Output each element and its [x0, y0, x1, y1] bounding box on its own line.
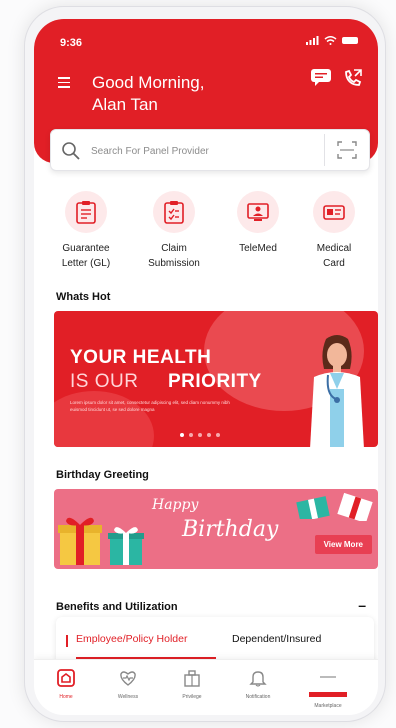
quick-action-label: Letter (GL): [61, 258, 111, 269]
greeting-text: Good Morning, Alan Tan: [92, 72, 272, 116]
benefits-title: Benefits and Utilization: [56, 601, 178, 613]
telemed-icon: [247, 203, 269, 221]
banner-headline: YOUR HEALTH: [70, 347, 212, 368]
nav-label: Notification: [245, 694, 271, 700]
tab-employee-policy-holder[interactable]: Employee/Policy Holder: [76, 633, 187, 645]
quick-action-claim-submission[interactable]: Claim Submission: [134, 191, 214, 271]
quick-action-label: Submission: [148, 258, 200, 269]
nav-label: Privilege: [182, 694, 202, 700]
nav-label: Wellness: [117, 694, 139, 700]
collapse-icon[interactable]: –: [358, 597, 366, 613]
nav-marketplace[interactable]: Marketplace: [298, 668, 358, 709]
whats-hot-title: Whats Hot: [56, 291, 111, 303]
nav-notification[interactable]: Notification: [228, 668, 288, 700]
battery-icon: [342, 37, 358, 44]
gift-box-icon: [337, 492, 373, 521]
app-screen: 9:36 Good Morning, Alan Tan Search For P…: [34, 19, 378, 715]
quick-action-label: Guarantee: [62, 243, 110, 254]
gift-box-icon: [108, 527, 144, 565]
banner-body-text: Lorem ipsum dolor sit amet, consectetur …: [70, 400, 230, 412]
phone-frame: 9:36 Good Morning, Alan Tan Search For P…: [24, 6, 386, 722]
search-icon: [62, 142, 80, 160]
clipboard-icon: [76, 201, 96, 224]
wifi-icon: [324, 36, 337, 45]
quick-action-label: TeleMed: [239, 243, 277, 254]
marketplace-icon: [320, 676, 336, 678]
doctor-illustration: [310, 335, 364, 447]
tab-dependent-insured[interactable]: Dependent/Insured: [232, 633, 321, 645]
marketplace-tag: [309, 692, 347, 697]
banner-headline: IS OUR: [70, 371, 139, 392]
health-priority-banner[interactable]: YOUR HEALTH IS OUR PRIORITY Lorem ipsum …: [54, 311, 378, 447]
search-input[interactable]: [91, 140, 311, 162]
search-bar: [50, 129, 370, 171]
signal-icon: [306, 36, 319, 45]
chat-icon[interactable]: [310, 67, 332, 87]
quick-action-label: Card: [323, 258, 345, 269]
home-icon: [57, 669, 75, 687]
quick-action-medical-card[interactable]: Medical Card: [294, 191, 374, 271]
search-divider: [324, 134, 325, 166]
quick-action-telemed[interactable]: TeleMed: [218, 191, 298, 256]
phone-call-icon[interactable]: [342, 67, 364, 89]
birthday-banner[interactable]: Happy Birthday View More: [54, 489, 378, 569]
birthday-happy-text: Happy: [152, 497, 199, 513]
nav-privilege[interactable]: Privilege: [162, 668, 222, 700]
active-tab-marker: [66, 635, 68, 647]
bottom-navigation: Home Wellness Privilege Notification Mar…: [34, 659, 378, 715]
scan-icon[interactable]: [337, 141, 357, 159]
device-stage: 9:36 Good Morning, Alan Tan Search For P…: [0, 0, 396, 728]
nav-wellness[interactable]: Wellness: [98, 668, 158, 700]
banner-headline: PRIORITY: [168, 371, 262, 392]
menu-icon[interactable]: [58, 77, 70, 91]
wellness-icon: [120, 671, 136, 686]
gift-box-icon: [296, 496, 330, 519]
birthday-text: Birthday: [182, 517, 279, 542]
quick-action-label: Medical: [316, 243, 352, 254]
medical-card-icon: [323, 205, 345, 220]
bell-icon: [249, 671, 267, 687]
greeting-user-name: Alan Tan: [92, 95, 158, 114]
carousel-dots[interactable]: [180, 433, 220, 437]
view-more-button[interactable]: View More: [314, 535, 372, 554]
claim-form-icon: [164, 201, 184, 224]
nav-label: Home: [59, 694, 73, 700]
quick-action-guarantee-letter[interactable]: Guarantee Letter (GL): [46, 191, 126, 271]
quick-action-label: Claim: [161, 243, 187, 254]
gift-box-icon: [58, 517, 102, 565]
birthday-greeting-title: Birthday Greeting: [56, 469, 149, 481]
privilege-icon: [184, 670, 200, 687]
nav-home[interactable]: Home: [36, 668, 96, 700]
status-time: 9:36: [60, 37, 83, 49]
greeting-line1: Good Morning,: [92, 73, 205, 92]
status-icons: [306, 36, 358, 45]
nav-label: Marketplace: [314, 703, 342, 709]
